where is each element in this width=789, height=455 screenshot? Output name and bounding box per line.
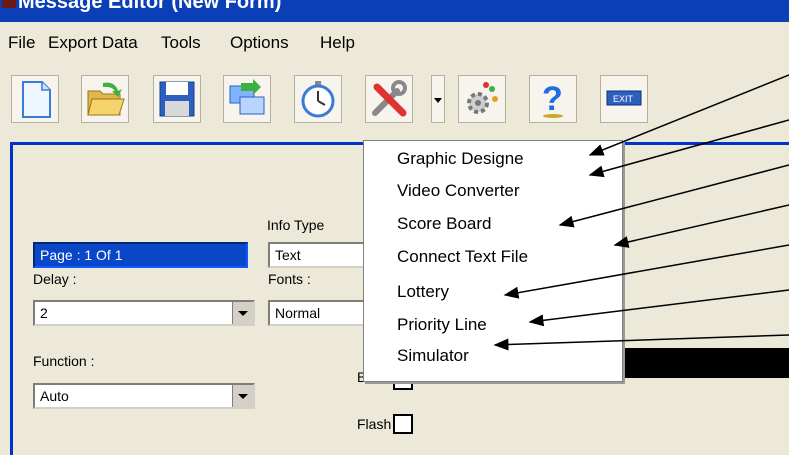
annotation-arrow [503, 244, 789, 299]
annotation-arrow [588, 119, 789, 178]
annotation-arrow [613, 204, 789, 248]
annotation-arrow [588, 74, 789, 156]
annotation-arrow [528, 289, 789, 327]
annotation-arrows [493, 74, 789, 351]
annotation-arrow [493, 334, 789, 351]
